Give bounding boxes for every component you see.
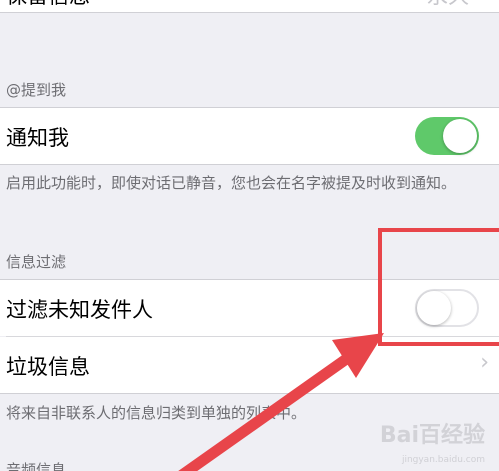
annotation-arrow-icon <box>178 333 384 471</box>
watermark-url: jingyan.baidu.com <box>401 455 485 465</box>
watermark-logo: Bai百经验 <box>379 423 485 448</box>
